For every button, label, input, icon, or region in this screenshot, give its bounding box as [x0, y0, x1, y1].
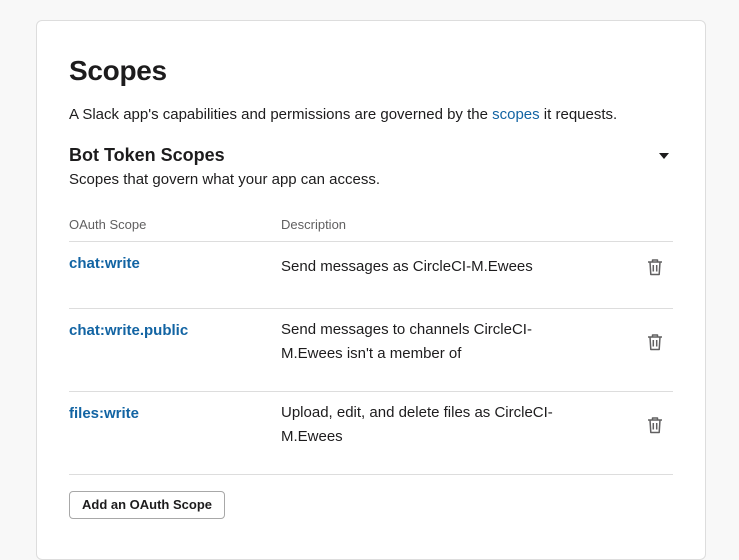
scope-description: Send messages to channels CircleCI-M.Ewe… — [281, 321, 532, 362]
scopes-link[interactable]: scopes — [492, 106, 540, 123]
scope-name-chat-write-public[interactable]: chat:write.public — [69, 322, 188, 339]
add-oauth-scope-button[interactable]: Add an OAuth Scope — [69, 491, 225, 519]
bot-token-scopes-subtitle: Scopes that govern what your app can acc… — [69, 171, 381, 188]
bot-token-scopes-title: Bot Token Scopes — [69, 145, 225, 165]
trash-icon[interactable] — [644, 414, 666, 436]
trash-icon[interactable] — [644, 256, 666, 278]
scope-description: Upload, edit, and delete files as Circle… — [281, 404, 553, 445]
scope-description: Send messages as CircleCI-M.Ewees — [281, 258, 533, 275]
column-header-oauth-scope: OAuth Scope — [69, 217, 147, 232]
divider — [69, 241, 673, 242]
divider — [69, 308, 673, 309]
scope-name-files-write[interactable]: files:write — [69, 405, 139, 422]
caret-down-icon[interactable] — [657, 150, 671, 162]
scope-name-chat-write[interactable]: chat:write — [69, 255, 140, 272]
intro-text-after: it requests. — [539, 106, 618, 123]
intro-text-before: A Slack app's capabilities and permissio… — [69, 106, 493, 123]
divider — [69, 474, 673, 475]
page-title: Scopes — [69, 55, 167, 86]
column-header-description: Description — [281, 217, 347, 232]
scopes-card: Scopes A Slack app's capabilities and pe… — [36, 20, 706, 560]
divider — [69, 391, 673, 392]
trash-icon[interactable] — [644, 331, 666, 353]
scopes-intro: A Slack app's capabilities and permissio… — [69, 106, 617, 123]
